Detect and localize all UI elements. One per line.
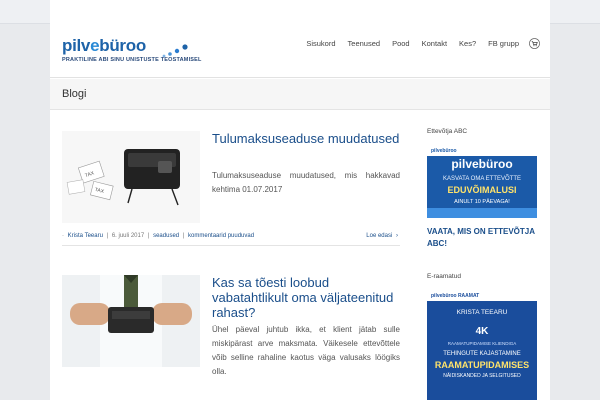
post-title[interactable]: Kas sa tõesti loobud vabatahtlikult oma … (212, 275, 400, 320)
banner-brand: pilvebüroo (451, 157, 513, 171)
nav-fb-grupp[interactable]: FB grupp (488, 39, 519, 48)
post-meta: · Krista Teearu | 6. juuli 2017 | seadus… (62, 233, 400, 246)
post-title[interactable]: Tulumaksuseaduse muudatused (212, 131, 400, 146)
cart-icon[interactable] (529, 38, 540, 49)
read-more-link[interactable]: Loe edasi › (366, 233, 398, 239)
post-date: 6. juuli 2017 (111, 233, 145, 239)
banner-logo: pilvebüroo (427, 146, 537, 156)
nav-kes[interactable]: Kes? (459, 39, 476, 48)
book-badge: 4K (475, 326, 489, 337)
page-title: Blogi (62, 88, 87, 100)
post-item: Kas sa tõesti loobud vabatahtlikult oma … (62, 275, 400, 400)
banner-line: KASVATA OMA ETTEVÕTTE (442, 176, 521, 182)
widget-title: Ettevõtja ABC (427, 128, 468, 135)
main-nav: Sisukord Teenused Pood Kontakt Kes? FB g… (294, 38, 540, 49)
banner-wave (427, 208, 537, 218)
site-header: pilvebüroo PRAKTILINE ABI SINU UNISTUSTE… (50, 24, 550, 78)
post-excerpt: Tulumaksuseaduse muudatused, mis hakkava… (212, 171, 400, 194)
post-thumbnail[interactable]: TAX TAX (62, 131, 200, 223)
wallet-tax-illustration: TAX TAX (62, 131, 200, 223)
banner-line: AINULT 10 PÄEVAGA! (454, 199, 510, 205)
post-thumbnail[interactable] (62, 275, 200, 367)
book-title-line: TEHINGUTE KAJASTAMINE (443, 351, 521, 357)
man-wallet-illustration (62, 275, 200, 367)
e-book-banner[interactable]: pilvebüroo RAAMAT KRISTA TEEARU 4K RAAMA… (427, 291, 537, 400)
site-logo[interactable]: pilvebüroo PRAKTILINE ABI SINU UNISTUSTE… (62, 36, 202, 70)
ettevotja-abc-link[interactable]: VAATA, MIS ON ETTEVÕTJA ABC! (427, 226, 539, 250)
post-excerpt: Ühel päeval juhtub ikka, et klient jätab… (212, 325, 400, 376)
nav-pood[interactable]: Pood (392, 39, 410, 48)
banner-logo: pilvebüroo RAAMAT (427, 291, 537, 301)
nav-sisukord[interactable]: Sisukord (306, 39, 335, 48)
page-title-bar: Blogi (50, 79, 550, 110)
sidebar: Ettevõtja ABC pilvebüroo pilvebüroo KASV… (427, 128, 539, 400)
post-item: TAX TAX Tulumaksuseaduse muudatused Tulu… (62, 131, 400, 229)
nav-kontakt[interactable]: Kontakt (422, 39, 447, 48)
book-title-line: NÄIDISKANDED JA SELGITUSED (443, 373, 521, 379)
banner-line: EDUVÕIMALUSI (447, 185, 517, 195)
post-category[interactable]: seadused (153, 233, 179, 239)
ettevotja-abc-banner[interactable]: pilvebüroo pilvebüroo KASVATA OMA ETTEVÕ… (427, 146, 537, 218)
post-author[interactable]: Krista Teearu (68, 233, 103, 239)
widget-title: E-raamatud (427, 273, 461, 280)
logo-wordmark: pilvebüroo (62, 36, 146, 55)
book-title-line: RAAMATUPIDAMISES (434, 360, 530, 370)
book-author: KRISTA TEEARU (456, 309, 508, 316)
post-comments[interactable]: kommentaarid puuduvad (188, 233, 254, 239)
book-subtitle: RAAMATUPIDAMISE KLIENDIGA (447, 341, 517, 346)
nav-teenused[interactable]: Teenused (348, 39, 381, 48)
logo-tagline: PRAKTILINE ABI SINU UNISTUSTE TEOSTAMISE… (62, 57, 202, 63)
page: pilvebüroo PRAKTILINE ABI SINU UNISTUSTE… (50, 0, 550, 400)
